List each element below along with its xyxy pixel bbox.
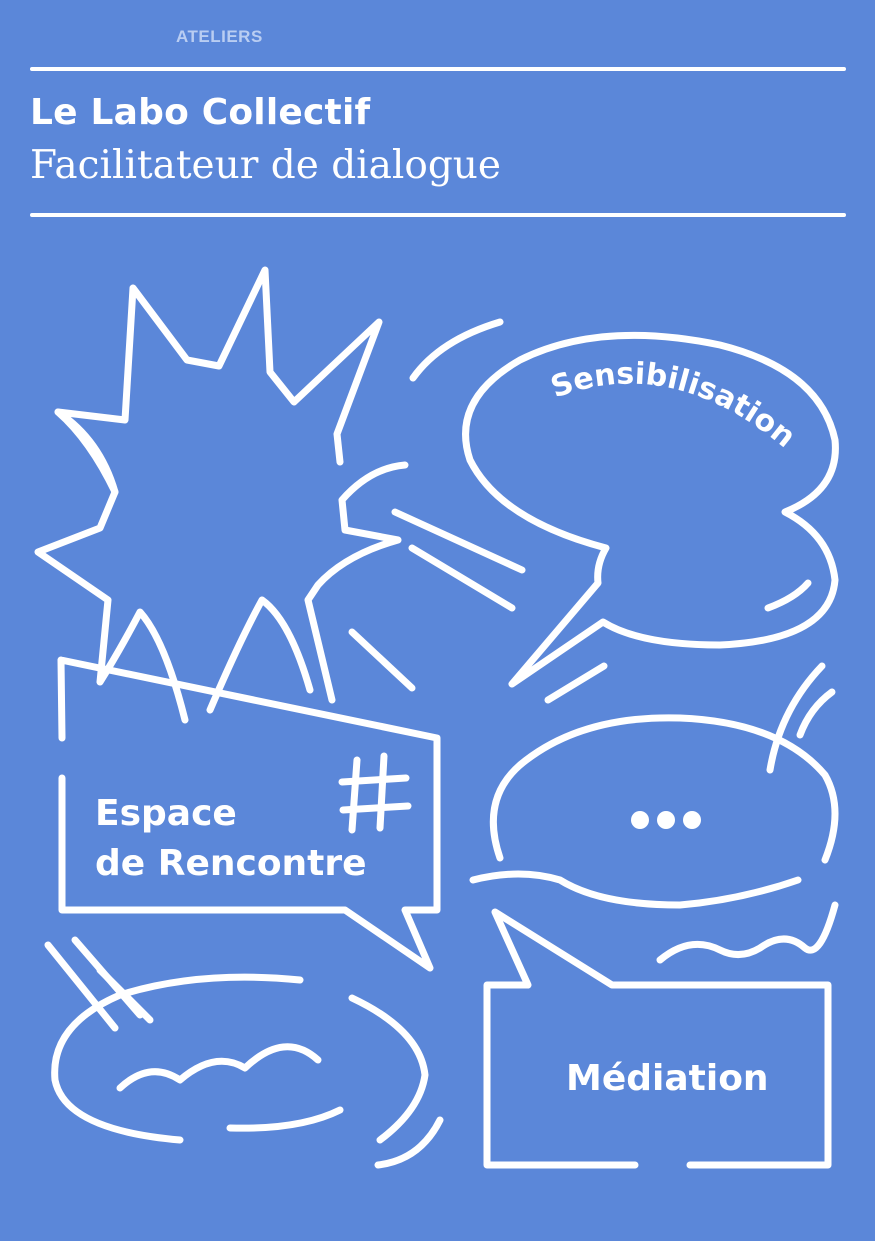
dot <box>657 811 675 829</box>
ellipsis-bubble-icon <box>489 714 839 864</box>
speed-line <box>544 662 608 704</box>
speed-line <box>348 628 416 692</box>
espace-label-line2: de Rencontre <box>95 843 367 884</box>
motion-line <box>764 579 812 612</box>
lower-oval-bubble-bottom <box>226 1106 344 1132</box>
motion-line <box>409 318 504 382</box>
espace-label-line1: Espace <box>95 793 237 834</box>
motion-line <box>766 662 826 774</box>
dot <box>683 811 701 829</box>
lower-oval-bubble-right <box>348 994 429 1144</box>
poster: ATELIERS Le Labo Collectif Facilitateur … <box>0 0 875 1241</box>
squiggle-line <box>656 901 839 964</box>
mediation-bubble-icon <box>483 908 832 1169</box>
motion-line <box>374 1116 444 1169</box>
squiggle-line <box>116 1043 322 1092</box>
dot <box>631 811 649 829</box>
mediation-label: Médiation <box>566 1058 769 1099</box>
hashtag-icon <box>338 752 412 834</box>
speed-line <box>96 966 154 1024</box>
svg-text:Sensibilisation: Sensibilisation <box>546 356 802 454</box>
ellipsis-bubble-bottom <box>469 870 802 909</box>
burst-bubble-icon <box>34 266 409 724</box>
motion-line <box>796 688 836 739</box>
sensibilisation-label: Sensibilisation <box>546 356 802 454</box>
speed-line <box>391 508 526 574</box>
speech-bubbles-illustration: Sensibilisation Espace de Rencontre Médi <box>34 266 839 1169</box>
burst-bubble-left-edge <box>54 408 119 496</box>
